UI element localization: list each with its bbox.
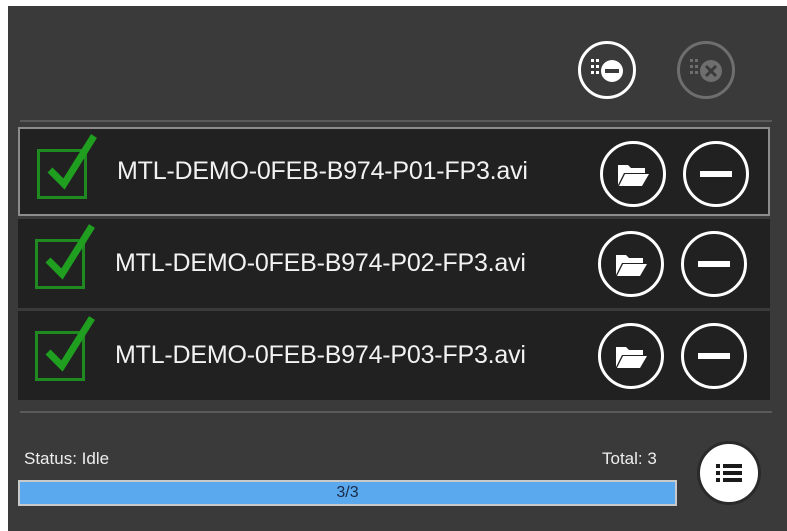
- remove-file-button[interactable]: [681, 231, 747, 297]
- file-name: MTL-DEMO-0FEB-B974-P01-FP3.avi: [117, 157, 528, 185]
- folder-open-icon: [616, 347, 647, 368]
- clear-list-button[interactable]: [677, 41, 735, 99]
- remove-file-button[interactable]: [681, 323, 747, 389]
- list-remove-icon: [591, 59, 623, 82]
- list-clear-icon: [690, 59, 722, 82]
- file-name: MTL-DEMO-0FEB-B974-P03-FP3.avi: [115, 341, 526, 369]
- folder-open-icon: [618, 165, 649, 186]
- total-count: Total: 3: [602, 449, 657, 468]
- separator-bottom: [20, 411, 772, 413]
- file-checkbox[interactable]: [35, 224, 95, 289]
- checkmark-icon: [47, 134, 97, 190]
- file-row[interactable]: MTL-DEMO-0FEB-B974-P03-FP3.avi: [18, 311, 770, 400]
- minus-icon: [698, 353, 730, 359]
- file-row[interactable]: MTL-DEMO-0FEB-B974-P01-FP3.avi: [18, 127, 770, 216]
- separator-top: [20, 120, 772, 122]
- folder-open-icon: [616, 255, 647, 276]
- minus-icon: [698, 261, 730, 267]
- open-folder-button[interactable]: [598, 231, 664, 297]
- checkmark-icon: [45, 224, 95, 280]
- file-row[interactable]: MTL-DEMO-0FEB-B974-P02-FP3.avi: [18, 219, 770, 308]
- file-checkbox[interactable]: [35, 316, 95, 381]
- open-folder-button[interactable]: [598, 323, 664, 389]
- show-list-button[interactable]: [697, 441, 761, 505]
- remove-file-button[interactable]: [683, 141, 749, 207]
- file-checkbox[interactable]: [37, 134, 97, 199]
- progress-label: 3/3: [336, 484, 359, 501]
- file-name: MTL-DEMO-0FEB-B974-P02-FP3.avi: [115, 249, 526, 277]
- open-folder-button[interactable]: [600, 141, 666, 207]
- list-icon: [716, 464, 742, 482]
- status-text: Status: Idle: [24, 449, 110, 468]
- file-list: MTL-DEMO-0FEB-B974-P01-FP3.avi MTL-DEMO-…: [18, 127, 770, 403]
- checkmark-icon: [45, 316, 95, 372]
- remove-selected-button[interactable]: [578, 41, 636, 99]
- minus-icon: [700, 171, 732, 177]
- progress-bar: 3/3: [18, 480, 677, 506]
